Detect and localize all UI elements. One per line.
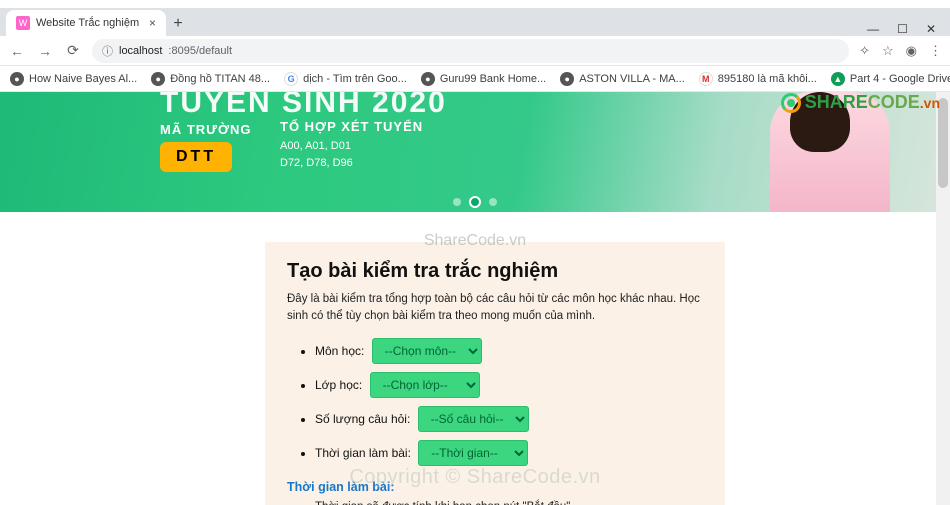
tab-title: Website Trắc nghiệm — [36, 17, 139, 29]
forward-icon[interactable]: → — [36, 43, 54, 59]
bookmark-item[interactable]: ●Đồng hồ TITAN 48... — [151, 72, 270, 86]
globe-icon: ● — [560, 72, 574, 86]
favicon: W — [16, 16, 30, 30]
count-select[interactable]: --Số câu hỏi-- — [418, 406, 529, 432]
menu-icon[interactable]: ⋮ — [929, 43, 942, 59]
time-label: Thời gian làm bài: — [315, 446, 411, 460]
tab-close-icon[interactable]: × — [149, 16, 156, 30]
tab-strip: W Website Trắc nghiệm × + — ☐ ✕ — [0, 8, 950, 36]
bookmark-item[interactable]: ●How Naive Bayes Al... — [10, 72, 137, 86]
profile-icon[interactable]: ◉ — [906, 43, 917, 59]
hero-code-label: MÃ TRƯỜNG — [160, 122, 252, 137]
hero-code-pill: DTT — [160, 142, 232, 172]
url-path: :8095/default — [168, 45, 232, 57]
extensions-icon[interactable]: ✧ — [859, 43, 870, 59]
time-select[interactable]: --Thời gian-- — [418, 440, 528, 466]
card-title: Tạo bài kiểm tra trắc nghiệm — [287, 260, 703, 283]
google-icon: G — [284, 72, 298, 86]
window-maximize-icon[interactable]: ☐ — [897, 22, 908, 36]
reload-icon[interactable]: ⟳ — [64, 42, 82, 59]
bookmark-item[interactable]: ●Guru99 Bank Home... — [421, 72, 546, 86]
site-info-icon[interactable]: ⓘ — [102, 43, 113, 59]
page-viewport: SHARECODE.vn TUYỂN SINH 2020 MÃ TRƯỜNG D… — [0, 92, 950, 505]
browser-tab[interactable]: W Website Trắc nghiệm × — [6, 10, 166, 36]
sharecode-logo: SHARECODE.vn — [781, 92, 940, 113]
back-icon[interactable]: ← — [8, 43, 26, 59]
hero-headline: TUYỂN SINH 2020 — [160, 92, 447, 120]
globe-icon: ● — [421, 72, 435, 86]
card-description: Đây là bài kiểm tra tổng hợp toàn bộ các… — [287, 291, 703, 326]
hero-combo-lines: A00, A01, D01 D72, D78, D96 — [280, 138, 353, 171]
window-close-icon[interactable]: ✕ — [926, 22, 936, 36]
vertical-scrollbar[interactable] — [936, 92, 950, 505]
bookmarks-bar: ●How Naive Bayes Al... ●Đồng hồ TITAN 48… — [0, 66, 950, 92]
bookmark-item[interactable]: ▲Part 4 - Google Drive — [831, 72, 950, 86]
bookmark-item[interactable]: ●ASTON VILLA - MA... — [560, 72, 685, 86]
carousel-dot[interactable] — [471, 198, 479, 206]
gmail-icon: M — [699, 72, 713, 86]
bookmark-item[interactable]: Gdịch - Tìm trên Goo... — [284, 72, 407, 86]
subject-select[interactable]: --Chọn môn-- — [372, 338, 482, 364]
drive-icon: ▲ — [831, 72, 845, 86]
note-item: Thời gian sẽ được tính khi bạn chọn nút … — [315, 499, 703, 505]
class-label: Lớp học: — [315, 378, 362, 392]
url-host: localhost — [119, 45, 162, 57]
hero-combo-label: TỔ HỢP XÉT TUYỂN — [280, 119, 423, 134]
globe-icon: ● — [10, 72, 24, 86]
carousel-dots — [453, 198, 497, 206]
logo-swirl-icon — [781, 93, 801, 113]
carousel-dot[interactable] — [489, 198, 497, 206]
bookmark-item[interactable]: M895180 là mã khôi... — [699, 72, 817, 86]
count-label: Số lượng câu hỏi: — [315, 412, 410, 426]
carousel-dot[interactable] — [453, 198, 461, 206]
section-time-title: Thời gian làm bài: — [287, 480, 703, 494]
address-bar[interactable]: ⓘ localhost :8095/default — [92, 39, 849, 63]
new-tab-button[interactable]: + — [166, 12, 190, 36]
browser-toolbar: ← → ⟳ ⓘ localhost :8095/default ✧ ☆ ◉ ⋮ — [0, 36, 950, 66]
class-select[interactable]: --Chọn lớp-- — [370, 372, 480, 398]
subject-label: Môn học: — [315, 344, 364, 358]
globe-icon: ● — [151, 72, 165, 86]
quiz-card: Tạo bài kiểm tra trắc nghiệm Đây là bài … — [265, 242, 725, 505]
window-minimize-icon[interactable]: — — [867, 22, 879, 36]
bookmark-star-icon[interactable]: ☆ — [882, 43, 894, 59]
